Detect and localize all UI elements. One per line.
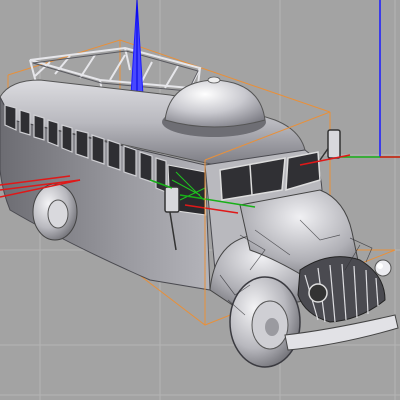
bus-model[interactable]	[0, 76, 399, 368]
front-wheel	[229, 276, 301, 368]
3d-viewport[interactable]	[0, 0, 400, 400]
rear-wheel	[32, 183, 78, 241]
viewport-canvas[interactable]	[0, 0, 400, 400]
